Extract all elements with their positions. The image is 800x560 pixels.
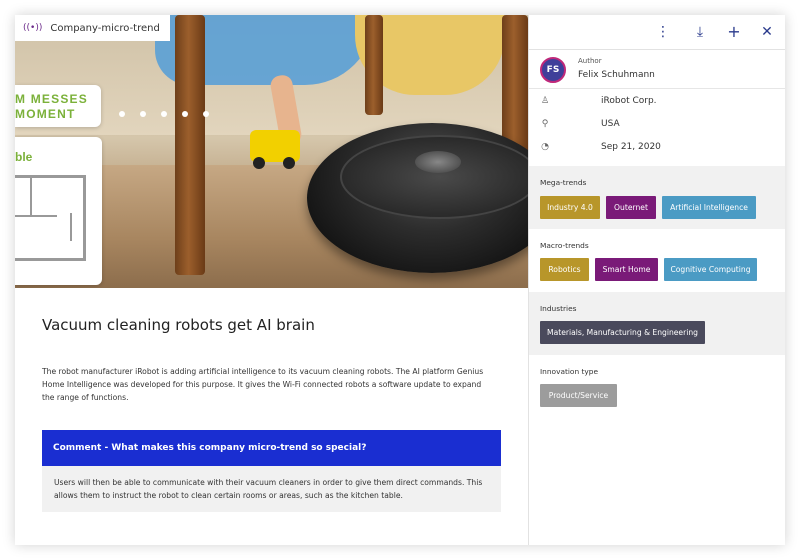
innovation-type-section: Innovation type Product/Service — [529, 355, 785, 415]
add-button[interactable]: + — [725, 22, 743, 42]
author-label: Author — [578, 57, 602, 65]
location-pin-icon: ⚲ — [541, 119, 549, 129]
chip-macro-trend[interactable]: Cognitive Computing — [664, 258, 757, 281]
chip-industry[interactable]: Materials, Manufacturing & Engineering — [540, 321, 705, 344]
download-button[interactable]: ⤓ — [691, 22, 709, 42]
date-value: Sep 21, 2020 — [601, 142, 661, 152]
industries-section: Industries Materials, Manufacturing & En… — [529, 292, 785, 355]
clock-icon: ◔ — [541, 142, 549, 152]
panel-toolbar: ⋮ ⤓ + ✕ — [529, 15, 785, 50]
person-icon: ♙ — [540, 96, 550, 106]
macro-trends-title: Macro-trends — [540, 241, 589, 250]
company-value: iRobot Corp. — [601, 96, 657, 106]
info-row-date: ◔ Sep 21, 2020 — [529, 139, 785, 161]
chip-macro-trend[interactable]: Smart Home — [595, 258, 658, 281]
chip-innovation-type[interactable]: Product/Service — [540, 384, 617, 407]
chip-mega-trend[interactable]: Artificial Intelligence — [662, 196, 756, 219]
industries-title: Industries — [540, 304, 577, 313]
mega-trends-section: Mega-trends Industry 4.0 Outernet Artifi… — [529, 166, 785, 229]
macro-trends-section: Macro-trends Robotics Smart Home Cogniti… — [529, 229, 785, 292]
author-block: FS Author Felix Schuhmann — [529, 50, 785, 89]
author-name[interactable]: Felix Schuhmann — [578, 70, 655, 80]
innovation-type-title: Innovation type — [540, 367, 598, 376]
chip-mega-trend[interactable]: Outernet — [606, 196, 656, 219]
chip-macro-trend[interactable]: Robotics — [540, 258, 589, 281]
more-options-button[interactable]: ⋮ — [654, 22, 672, 42]
right-panel-layer: ⋮ ⤓ + ✕ FS Author Felix Schuhmann ♙ iRob… — [15, 15, 785, 545]
close-button[interactable]: ✕ — [758, 22, 776, 42]
info-row-company: ♙ iRobot Corp. — [529, 93, 785, 115]
info-row-location: ⚲ USA — [529, 116, 785, 138]
mega-trends-title: Mega-trends — [540, 178, 587, 187]
location-value: USA — [601, 119, 620, 129]
separator — [529, 88, 785, 89]
chip-mega-trend[interactable]: Industry 4.0 — [540, 196, 600, 219]
avatar[interactable]: FS — [540, 57, 566, 83]
